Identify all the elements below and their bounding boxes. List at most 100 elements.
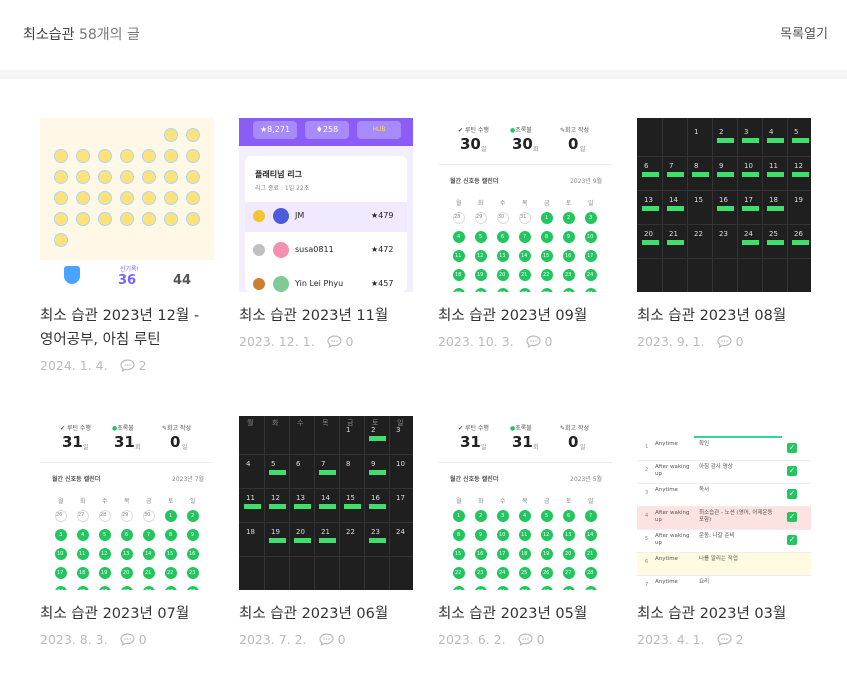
record-label: 신기록! xyxy=(120,266,139,273)
post-title[interactable]: 최소 습관 2023년 06월 xyxy=(239,602,413,626)
post-title[interactable]: 최소 습관 2023년 05월 xyxy=(438,602,612,626)
weekday-label: 수 xyxy=(500,200,506,207)
avatar xyxy=(273,208,289,224)
row-task: 최소습관 - 노션 (영어, 어제운동 포함) xyxy=(699,510,773,523)
calendar-day-number: 3 xyxy=(589,215,593,221)
star-icon xyxy=(54,191,68,205)
stat-label: 회고 작성 xyxy=(565,425,590,432)
avatar xyxy=(273,276,289,292)
calendar-day-number: 17 xyxy=(57,570,64,576)
calendar-day-number: 19 xyxy=(477,272,484,278)
calendar-day-number: 12 xyxy=(543,532,550,538)
calendar-day-number: 19 xyxy=(543,551,550,557)
post-count: 58개의 글 xyxy=(78,27,140,43)
time-tag xyxy=(792,138,809,143)
time-tag xyxy=(717,172,734,177)
star-icon xyxy=(164,212,178,226)
calendar-day-number: 5 xyxy=(103,532,107,538)
calendar-day-number: 13 xyxy=(565,532,572,538)
calendar-day-number: 9 xyxy=(191,532,195,538)
grid-line xyxy=(364,416,365,590)
calendar-day-number: 11 xyxy=(769,162,778,170)
row-number: 4 xyxy=(645,513,649,519)
post-card[interactable]: 신기록! 36 44 최소 습관 2023년 12월 - 영어공부, 아침 루틴… xyxy=(40,118,214,373)
calendar-day-number: 2 xyxy=(719,128,724,136)
time-tag xyxy=(742,172,759,177)
post-title[interactable]: 최소 습관 2023년 12월 - 영어공부, 아침 루틴 xyxy=(40,304,214,352)
calendar-day-number: 6 xyxy=(567,513,571,519)
avatar xyxy=(273,242,289,258)
calendar-day-number: 16 xyxy=(565,253,572,259)
row-task: 확인 xyxy=(699,441,710,447)
star-icon xyxy=(120,149,134,163)
calendar-day-number: 23 xyxy=(189,570,196,576)
post-title[interactable]: 최소 습관 2023년 09월 xyxy=(438,304,612,328)
calendar-day-number: 26 xyxy=(101,589,107,590)
post-card[interactable]: ★8,271 ♦258 HUB 플래티넘 리그 리그 종료 : 1일 22초 J… xyxy=(239,118,413,349)
calendar-day-number: 28 xyxy=(100,512,107,518)
post-card[interactable]: ✔ 루틴 수행 ●초록불 ✎회고 작성 31 일 31 회 0 일 월간 신호등… xyxy=(438,416,612,647)
calendar-day-number: 10 xyxy=(396,460,405,468)
calendar-day-number: 23 xyxy=(719,230,728,238)
post-date: 2023. 4. 1. xyxy=(637,632,705,647)
post-thumbnail[interactable]: ★8,271 ♦258 HUB 플래티넘 리그 리그 종료 : 1일 22초 J… xyxy=(239,118,413,292)
post-card[interactable]: 1 2 3 4 5 6 7 8 9 10 11 12 13 14 15 16 17 18 19 20 21 22 23 24 2… xyxy=(637,118,811,349)
star-icon xyxy=(76,170,90,184)
post-thumbnail[interactable]: 신기록! 36 44 xyxy=(40,118,214,292)
time-tag xyxy=(767,138,784,143)
weekday-label: 목 xyxy=(522,498,528,505)
star-icon xyxy=(186,149,200,163)
post-card[interactable]: 월 화 수 목 금 토 일 1 2 3 4 5 6 7 8 9 10 11 12 13 14 15 16 17 18 19 20 21… xyxy=(239,416,413,647)
post-thumbnail[interactable]: 월 화 수 목 금 토 일 1 2 3 4 5 6 7 8 9 10 11 12 13 14 15 16 17 18 19 20 21… xyxy=(239,416,413,590)
calendar-day-number: 29 xyxy=(167,589,173,590)
post-card[interactable]: ✔ 루틴 수행 ●초록불 ✎회고 작성 31 일 31 회 0 일 월간 신호등… xyxy=(40,416,214,647)
post-title[interactable]: 최소 습관 2023년 07월 xyxy=(40,602,214,626)
calendar-day-number: 29 xyxy=(455,589,461,590)
post-title[interactable]: 최소 습관 2023년 11월 xyxy=(239,304,413,328)
calendar-day-number: 33 xyxy=(543,589,549,590)
star-icon xyxy=(142,170,156,184)
time-tag xyxy=(369,538,386,543)
weekday-label: 월 xyxy=(456,200,462,207)
calendar-day-number: 28 xyxy=(145,589,151,590)
calendar-day-number: 21 xyxy=(669,230,678,238)
post-thumbnail[interactable]: 1 Anytime 확인 ✓ 2 After waking up 아침 감사 명상 ✓ 3 Any… xyxy=(637,416,811,590)
calendar-day-number: 25 xyxy=(521,570,528,576)
grid-line xyxy=(762,118,763,292)
weekday-label: 화 xyxy=(478,200,484,207)
grid-line xyxy=(339,416,340,590)
grid-line xyxy=(239,522,413,523)
calendar-day-number: 35 xyxy=(587,589,593,590)
calendar-day-number: 27 xyxy=(565,570,572,576)
calendar-month: 2023년 7월 xyxy=(172,476,205,483)
calendar-day-number: 23 xyxy=(477,570,484,576)
post-meta: 2023. 12. 1. 0 xyxy=(239,334,413,349)
checkbox-checked-icon: ✓ xyxy=(787,512,797,522)
post-thumbnail[interactable]: 1 2 3 4 5 6 7 8 9 10 11 12 13 14 15 16 17 18 19 20 21 22 23 24 2… xyxy=(637,118,811,292)
post-title[interactable]: 최소 습관 2023년 08월 xyxy=(637,304,811,328)
star-icon xyxy=(120,191,134,205)
category-title: 최소습관 58개의 글 xyxy=(23,24,140,44)
calendar-day-number: 26 xyxy=(477,291,483,292)
post-card[interactable]: ✔ 루틴 수행 ●조록불 ✎회고 작성 30 일 30 회 0 일 월간 신호등… xyxy=(438,118,612,349)
post-thumbnail[interactable]: ✔ 루틴 수행 ●조록불 ✎회고 작성 30 일 30 회 0 일 월간 신호등… xyxy=(438,118,612,292)
calendar-day-number: 8 xyxy=(694,162,699,170)
calendar-day-number: 7 xyxy=(523,234,527,240)
calendar-day-number: 17 xyxy=(396,494,405,502)
post-thumbnail[interactable]: ✔ 루틴 수행 ●초록불 ✎회고 작성 31 일 31 회 0 일 월간 신호등… xyxy=(438,416,612,590)
calendar-day-number: 19 xyxy=(101,570,108,576)
weekday-label: 목 xyxy=(124,498,130,505)
post-date: 2023. 6. 2. xyxy=(438,632,506,647)
grid-line xyxy=(637,224,811,225)
calendar-day-number: 28 xyxy=(454,214,461,220)
calendar-day-number: 9 xyxy=(371,460,376,468)
post-title[interactable]: 최소 습관 2023년 03월 xyxy=(637,602,811,626)
time-tag xyxy=(319,470,336,475)
post-thumbnail[interactable]: ✔ 루틴 수행 ●초록불 ✎회고 작성 31 일 31 회 0 일 월간 신호등… xyxy=(40,416,214,590)
row-number: 2 xyxy=(645,467,649,473)
open-list-button[interactable]: 목록열기 xyxy=(780,23,828,42)
calendar-day-number: 24 xyxy=(587,272,594,278)
time-tag xyxy=(717,138,734,143)
post-card[interactable]: 1 Anytime 확인 ✓ 2 After waking up 아침 감사 명상 ✓ 3 Any… xyxy=(637,416,811,647)
player-name: susa0811 xyxy=(295,245,334,254)
